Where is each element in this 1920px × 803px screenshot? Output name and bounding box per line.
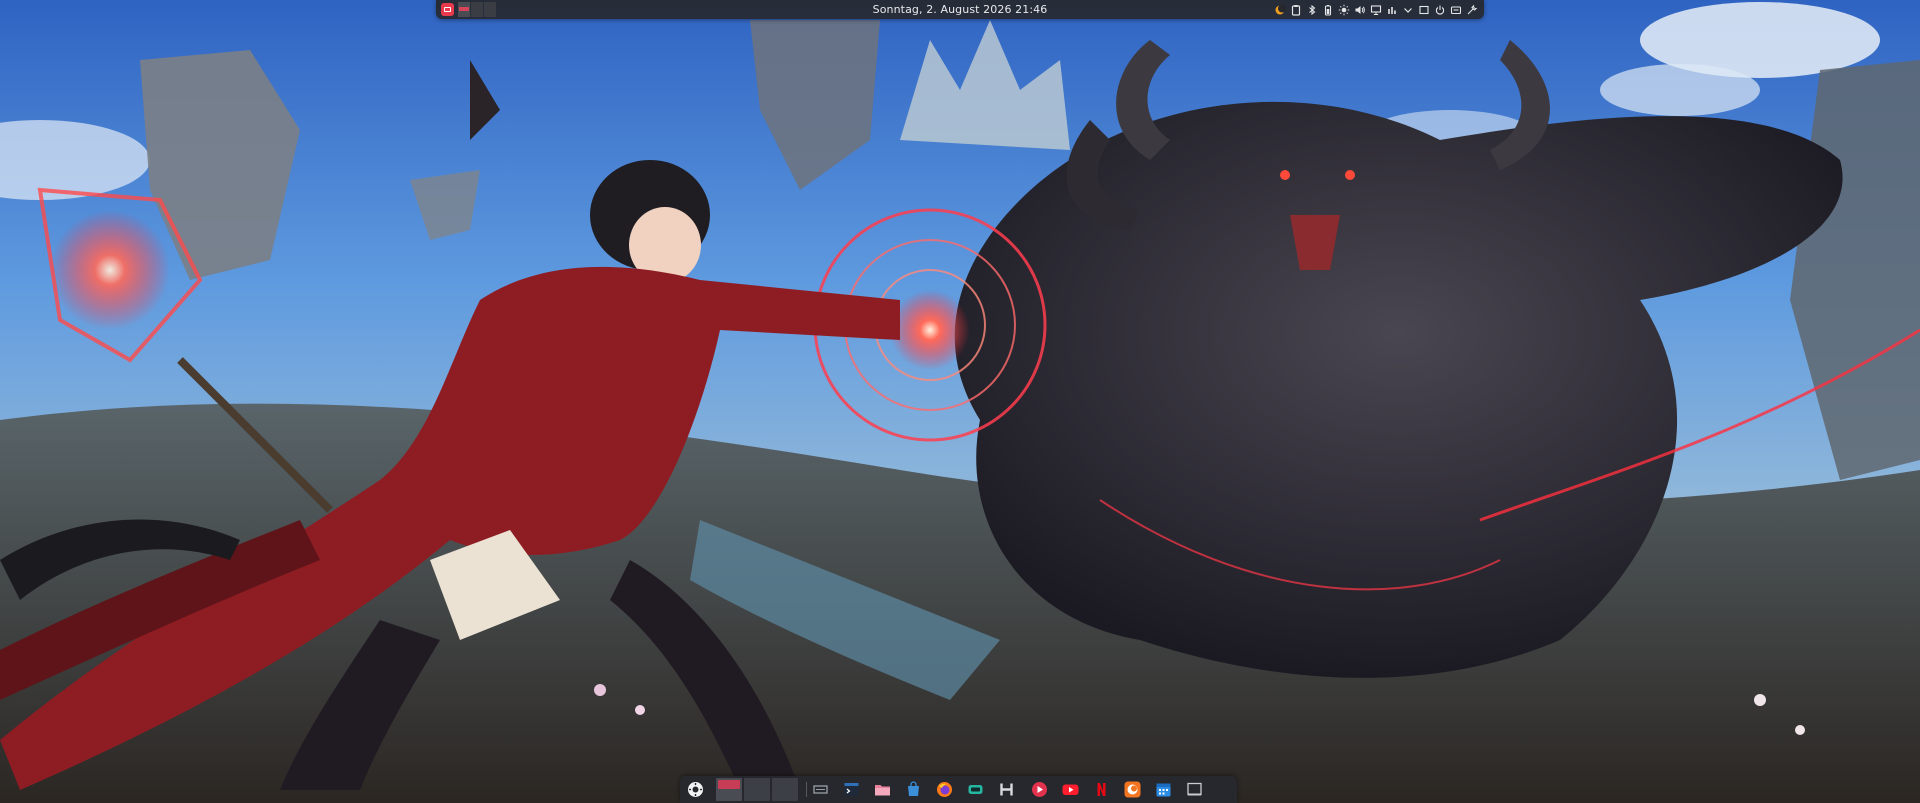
tools-icon[interactable]: [1466, 4, 1478, 16]
night-light-icon[interactable]: [1274, 4, 1286, 16]
display-icon[interactable]: [1370, 4, 1382, 16]
dock-pager[interactable]: [716, 778, 798, 801]
file-manager-icon[interactable]: [873, 780, 892, 799]
dock-desktop-3[interactable]: [772, 778, 798, 801]
battery-icon[interactable]: [1322, 4, 1334, 16]
show-desktop-icon[interactable]: [1418, 4, 1430, 16]
crunchyroll-icon[interactable]: [1123, 780, 1142, 799]
terminal-icon[interactable]: [842, 780, 861, 799]
dock-desktop-2[interactable]: [744, 778, 770, 801]
youtube-icon[interactable]: [1061, 780, 1080, 799]
window-icon[interactable]: [1185, 780, 1204, 799]
game-controller-icon[interactable]: [966, 780, 985, 799]
desktop-wallpaper: [0, 0, 1920, 803]
show-hidden-chevron-icon[interactable]: [1402, 4, 1414, 16]
top-panel: Sonntag, 2. August 2026 21:46: [436, 0, 1484, 19]
bluetooth-icon[interactable]: [1306, 4, 1318, 16]
dock-launcher-icon[interactable]: [686, 780, 705, 799]
settings-icon[interactable]: [1450, 4, 1462, 16]
system-monitor-icon[interactable]: [811, 780, 830, 799]
system-tray: [1274, 0, 1478, 19]
calendar-icon[interactable]: [1154, 780, 1173, 799]
h-app-icon[interactable]: [997, 780, 1016, 799]
store-icon[interactable]: [904, 780, 923, 799]
dock: [680, 776, 1237, 803]
netflix-icon[interactable]: [1092, 780, 1111, 799]
dock-separator: [806, 782, 807, 797]
network-icon[interactable]: [1386, 4, 1398, 16]
firefox-icon[interactable]: [935, 780, 954, 799]
power-icon[interactable]: [1434, 4, 1446, 16]
video-player-icon[interactable]: [1030, 780, 1049, 799]
clipboard-icon[interactable]: [1290, 4, 1302, 16]
brightness-icon[interactable]: [1338, 4, 1350, 16]
volume-icon[interactable]: [1354, 4, 1366, 16]
dock-desktop-1[interactable]: [716, 778, 742, 801]
